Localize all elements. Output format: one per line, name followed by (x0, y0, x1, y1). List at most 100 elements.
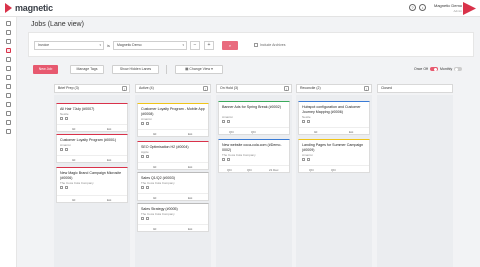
filter-value-select[interactable]: Magnetic Demo ▾ (113, 41, 187, 50)
lane-header-reconcile[interactable]: Reconcile (2) ⋮ (296, 84, 372, 93)
job-days: 0d (153, 226, 157, 231)
chevron-down-icon: ▾ (99, 43, 101, 47)
lane-count: 2 (317, 86, 320, 90)
lane-menu-icon[interactable]: ⋮ (122, 86, 127, 91)
job-days: 0d (153, 195, 157, 200)
settings-icon[interactable] (6, 102, 11, 107)
job-card[interactable]: Customer Loyalty Program (#0001) Amazon … (56, 134, 128, 163)
job-card[interactable]: Hubspot configuration and Customer Journ… (298, 101, 370, 135)
checkbox-icon[interactable] (60, 117, 63, 120)
job-hours-est: Qhr (251, 129, 257, 134)
bell-icon[interactable]: ♪ (419, 4, 426, 11)
report-icon[interactable] (6, 120, 11, 125)
checkbox-icon[interactable] (302, 158, 305, 161)
include-archives-checkbox[interactable] (254, 43, 258, 47)
folder-icon[interactable] (6, 75, 11, 80)
lane-header-on-hold[interactable]: On Hold (3) ⋮ (216, 84, 292, 93)
lane-count: 4 (150, 86, 153, 90)
chevron-down-icon: ▾ (210, 67, 213, 71)
app-logo[interactable]: magnetic (5, 3, 53, 13)
checkbox-icon[interactable] (141, 186, 144, 189)
show-hidden-lanes-button[interactable]: Show Hidden Lanes (112, 65, 159, 74)
checkbox-icon[interactable] (222, 158, 225, 161)
chart-icon[interactable] (6, 129, 11, 134)
user-menu[interactable]: Magnetic Demo Admin (430, 3, 462, 13)
job-estimate: Est (107, 197, 112, 202)
job-card[interactable]: Customer Loyalty Program - Mobile App (#… (137, 103, 209, 137)
checkbox-icon[interactable] (141, 155, 144, 158)
add-filter-button[interactable]: + (204, 41, 214, 50)
checkbox-icon[interactable] (302, 120, 305, 123)
help-icon[interactable]: ? (409, 4, 416, 11)
tag-icon (145, 155, 149, 158)
job-card[interactable]: All Hair 7July (#0007) Nestle 0d Est (56, 103, 128, 132)
job-client: Apple (141, 150, 149, 154)
include-archives-label: Include Archives (260, 43, 286, 47)
user-name: Magnetic Demo (433, 3, 462, 8)
checkbox-icon[interactable] (60, 186, 63, 189)
job-title: New website coca-cola.com (#Demo-0002) (222, 143, 282, 152)
job-estimate: Est (188, 164, 193, 169)
calendar-icon[interactable] (6, 84, 11, 89)
lane-header-closed[interactable]: Closed (377, 84, 453, 93)
tag-icon (306, 158, 310, 161)
avatar[interactable] (463, 2, 476, 15)
filter-operator: is (107, 43, 110, 48)
job-card[interactable]: Sales Q1/Q2 (#0003) The Coca Cola Compan… (137, 172, 209, 201)
dollar-icon[interactable] (6, 39, 11, 44)
job-estimate: Est (188, 226, 193, 231)
filter-field-select[interactable]: Invoice ▾ (34, 41, 104, 50)
job-card[interactable]: SEO Optimisation H2 (#0004) Apple 0d Est (137, 141, 209, 170)
job-client: The Coca Cola Company (141, 212, 175, 216)
job-client: Nestle (302, 115, 311, 119)
job-days: 0d (72, 157, 76, 162)
job-due-date: 21 Dec (269, 167, 279, 172)
lane-header-brief-prep[interactable]: Brief Prep (3) ⋮ (54, 84, 130, 93)
home-icon[interactable] (6, 48, 11, 53)
include-archives-toggle[interactable]: Include Archives (254, 43, 286, 47)
billing-toggle[interactable]: Once Off Monthly (414, 67, 463, 71)
job-estimate: Est (107, 157, 112, 162)
monthly-label: Monthly (439, 67, 453, 71)
job-card[interactable]: New website coca-cola.com (#Demo-0002) T… (218, 139, 290, 173)
lane-header-active[interactable]: Active (4) ⋮ (135, 84, 211, 93)
manage-tags-button[interactable]: Manage Tags (70, 65, 104, 74)
tag-icon (145, 122, 149, 125)
lane-menu-icon[interactable]: ⋮ (364, 86, 369, 91)
people-icon[interactable] (6, 111, 11, 116)
lane-title: On Hold (220, 86, 233, 90)
once-off-switch[interactable] (429, 67, 438, 71)
checkbox-icon[interactable] (141, 122, 144, 125)
job-title: Customer Loyalty Program (#0001) (60, 138, 117, 142)
job-hours: Qhr (229, 129, 235, 134)
change-view-button[interactable]: ▦ Change View ▾ (175, 65, 223, 74)
job-days: 0d (314, 129, 318, 134)
checkbox-icon[interactable] (60, 148, 63, 151)
logo-icon (5, 3, 12, 13)
lane-count: 3 (234, 86, 237, 90)
remove-filter-button[interactable]: − (190, 41, 200, 50)
job-days: 0d (72, 126, 76, 131)
job-card[interactable]: Landing Pages for Summer Campaign (#0009… (298, 139, 370, 173)
checkbox-icon[interactable] (141, 217, 144, 220)
job-hours-est: Qhr (331, 167, 337, 172)
check-icon[interactable] (6, 93, 11, 98)
job-card[interactable]: New Magic Brand Campaign Microsite (#000… (56, 167, 128, 203)
monthly-switch[interactable] (454, 67, 463, 71)
checkbox-icon[interactable] (222, 120, 225, 123)
toolbar-divider (166, 65, 167, 74)
job-card[interactable]: Sales Strategy (#0005) The Coca Cola Com… (137, 203, 209, 232)
lane-menu-icon[interactable]: ⋮ (284, 86, 289, 91)
job-hours-est: Qhr (247, 167, 253, 172)
lane-menu-icon[interactable]: ⋮ (203, 86, 208, 91)
search-button[interactable]: ⌕ (222, 41, 238, 50)
new-job-button[interactable]: New Job (33, 65, 58, 74)
lane-title: Closed (381, 86, 392, 90)
tag-icon (64, 148, 68, 151)
clock-icon[interactable] (6, 66, 11, 71)
dashboard-icon[interactable] (6, 21, 11, 26)
job-card[interactable]: Banner Ads for Spring Break (#0002) Amaz… (218, 101, 290, 135)
list-icon[interactable] (6, 57, 11, 62)
job-client: The Coca Cola Company (141, 181, 175, 185)
user-icon[interactable] (6, 30, 11, 35)
